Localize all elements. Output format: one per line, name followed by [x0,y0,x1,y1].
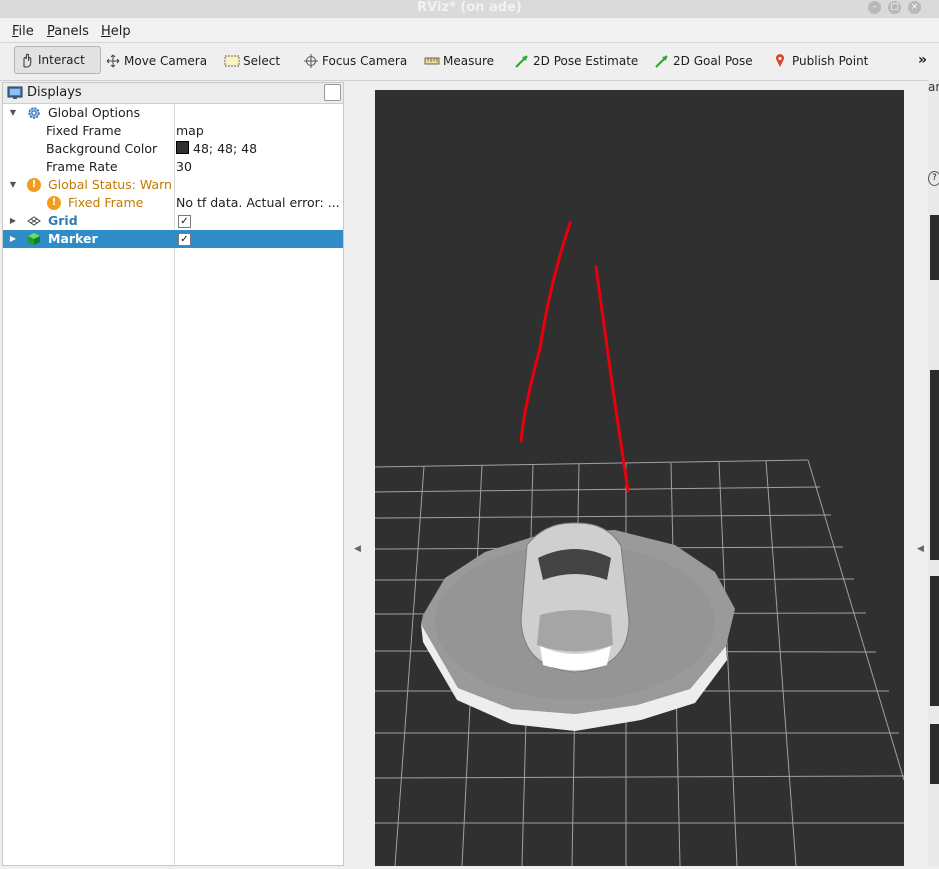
collapse-left-arrow-icon[interactable]: ◀ [354,544,361,554]
warning-icon: ! [47,196,61,210]
expand-arrow-icon[interactable]: ▼ [8,104,18,122]
menu-file[interactable]: File [12,24,34,39]
tool-2d-pose-estimate[interactable]: 2D Pose Estimate [514,51,638,71]
tool-publish-point[interactable]: Publish Point [773,51,868,71]
right-panel-partial-text: ar [928,80,939,94]
3d-scene[interactable] [374,90,905,867]
tree-row-status-fixed-frame[interactable]: ! Fixed Frame No tf data. Actual error: … [3,194,343,212]
right-panel-block [930,370,939,560]
tree-row-marker[interactable]: ▶ Marker ✓ [3,230,343,248]
close-icon[interactable]: × [908,1,921,14]
maximize-icon[interactable]: □ [888,1,901,14]
green-arrow-icon [654,54,670,68]
help-icon[interactable]: ? [928,171,939,186]
menu-help[interactable]: Help [101,24,131,39]
displays-panel-title: Displays [27,85,82,100]
color-swatch [176,141,189,154]
marker-line-left [519,221,572,443]
gear-icon [27,106,41,120]
displays-panel-header: Displays [3,83,343,104]
window-titlebar: RViz* (on ade) – □ × [0,0,939,18]
marker-lines [519,221,630,493]
tool-move-camera[interactable]: Move Camera [105,51,207,71]
tree-row-frame-rate[interactable]: Frame Rate 30 [3,158,343,176]
cube-icon [27,232,41,246]
tool-measure[interactable]: Measure [424,51,494,71]
right-panel-block [930,724,939,784]
tool-bar: Interact Move Camera Select Focus Camera… [0,43,939,81]
window-title: RViz* (on ade) [417,0,522,15]
tree-row-background-color[interactable]: Background Color 48; 48; 48 [3,140,343,158]
car-model [520,522,630,673]
hand-pointer-icon [19,53,35,68]
monitor-icon [7,85,23,104]
map-pin-icon [773,54,789,68]
tree-row-global-options[interactable]: ▼ Global Options [3,104,343,122]
panel-float-button[interactable] [324,84,341,101]
render-viewport[interactable] [374,90,905,867]
tree-row-grid[interactable]: ▶ Grid ✓ [3,212,343,230]
marker-line-right [594,265,630,493]
ruler-icon [424,54,440,68]
expand-arrow-icon[interactable]: ▼ [8,176,18,194]
tree-row-global-status[interactable]: ▼ ! Global Status: Warn [3,176,343,194]
fixed-frame-value[interactable]: map [176,122,204,140]
marker-enabled-checkbox[interactable]: ✓ [178,233,191,246]
expand-arrow-icon[interactable]: ▶ [8,230,18,248]
tool-focus-camera[interactable]: Focus Camera [303,51,407,71]
select-rectangle-icon [224,54,240,68]
minimize-icon[interactable]: – [868,1,881,14]
menu-panels[interactable]: Panels [47,24,89,39]
grid-icon [27,214,41,228]
right-panel-block [930,576,939,706]
warning-icon: ! [27,178,41,192]
right-panel-block [930,215,939,280]
expand-arrow-icon[interactable]: ▶ [8,212,18,230]
background-color-value[interactable]: 48; 48; 48 [176,140,257,158]
fixed-frame-error-value: No tf data. Actual error: ... [176,195,340,210]
displays-panel: Displays ▼ Global Options Fixed Frame ma… [2,82,344,866]
move-arrows-icon [105,54,121,68]
menu-bar: File Panels Help [0,22,939,43]
toolbar-overflow-button[interactable]: » [918,52,927,68]
frame-rate-value[interactable]: 30 [176,158,192,176]
displays-tree: ▼ Global Options Fixed Frame map Backgro… [3,104,343,248]
tree-row-fixed-frame[interactable]: Fixed Frame map [3,122,343,140]
crosshair-icon [303,54,319,68]
tool-2d-goal-pose[interactable]: 2D Goal Pose [654,51,753,71]
green-arrow-icon [514,54,530,68]
tool-interact[interactable]: Interact [14,46,101,74]
collapse-right-arrow-icon[interactable]: ◀ [917,544,924,554]
grid-enabled-checkbox[interactable]: ✓ [178,215,191,228]
tool-select[interactable]: Select [224,51,280,71]
